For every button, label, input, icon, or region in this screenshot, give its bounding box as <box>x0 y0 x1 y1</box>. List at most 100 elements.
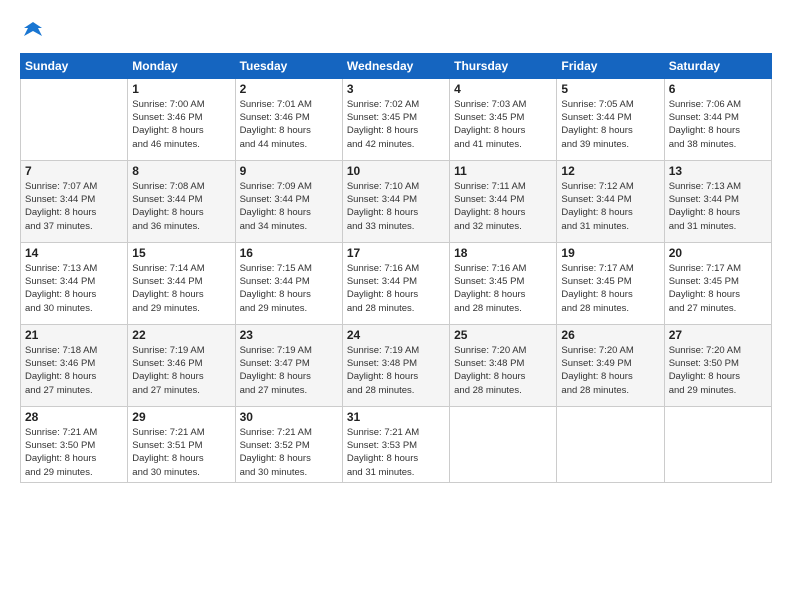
day-info: Sunrise: 7:19 AM Sunset: 3:47 PM Dayligh… <box>240 344 338 397</box>
day-number: 11 <box>454 164 552 178</box>
calendar-cell: 16Sunrise: 7:15 AM Sunset: 3:44 PM Dayli… <box>235 242 342 324</box>
calendar-cell: 12 Sunrise: 7:12 AM Sunset: 3:44 PM Dayli… <box>557 160 664 242</box>
day-info: Sunrise: 7:09 AM Sunset: 3:44 PM Dayligh… <box>240 180 338 233</box>
day-number: 24 <box>347 328 445 342</box>
day-number: 26 <box>561 328 659 342</box>
day-info: Sunrise: 7:07 AM Sunset: 3:44 PM Dayligh… <box>25 180 123 233</box>
day-number: 13 <box>669 164 767 178</box>
day-info: Sunrise: 7:17 AM Sunset: 3:45 PM Dayligh… <box>669 262 767 315</box>
day-number: 16 <box>240 246 338 260</box>
calendar-cell: 4 Sunrise: 7:03 AM Sunset: 3:45 PM Daylig… <box>450 78 557 160</box>
calendar-cell <box>557 406 664 482</box>
calendar-cell: 30 Sunrise: 7:21 AM Sunset: 3:52 PM Dayli… <box>235 406 342 482</box>
day-number: 20 <box>669 246 767 260</box>
day-info: Sunrise: 7:06 AM Sunset: 3:44 PM Dayligh… <box>669 98 767 151</box>
day-number: 29 <box>132 410 230 424</box>
calendar-cell: 14 Sunrise: 7:13 AM Sunset: 3:44 PM Dayli… <box>21 242 128 324</box>
day-number: 8 <box>132 164 230 178</box>
calendar-cell: 23 Sunrise: 7:19 AM Sunset: 3:47 PM Dayli… <box>235 324 342 406</box>
weekday-sunday: Sunday <box>21 53 128 78</box>
calendar-cell: 10Sunrise: 7:10 AM Sunset: 3:44 PM Dayli… <box>342 160 449 242</box>
calendar-cell <box>450 406 557 482</box>
day-info: Sunrise: 7:01 AM Sunset: 3:46 PM Dayligh… <box>240 98 338 151</box>
calendar-cell: 21 Sunrise: 7:18 AM Sunset: 3:46 PM Dayli… <box>21 324 128 406</box>
calendar-cell: 9 Sunrise: 7:09 AM Sunset: 3:44 PM Daylig… <box>235 160 342 242</box>
day-number: 7 <box>25 164 123 178</box>
weekday-header-row: SundayMondayTuesdayWednesdayThursdayFrid… <box>21 53 772 78</box>
weekday-saturday: Saturday <box>664 53 771 78</box>
day-number: 5 <box>561 82 659 96</box>
weekday-thursday: Thursday <box>450 53 557 78</box>
day-number: 31 <box>347 410 445 424</box>
logo-text <box>20 22 44 45</box>
weekday-tuesday: Tuesday <box>235 53 342 78</box>
calendar-cell <box>664 406 771 482</box>
calendar-cell: 18 Sunrise: 7:16 AM Sunset: 3:45 PM Dayli… <box>450 242 557 324</box>
day-info: Sunrise: 7:13 AM Sunset: 3:44 PM Dayligh… <box>669 180 767 233</box>
day-info: Sunrise: 7:00 AM Sunset: 3:46 PM Dayligh… <box>132 98 230 151</box>
calendar-cell: 31 Sunrise: 7:21 AM Sunset: 3:53 PM Dayli… <box>342 406 449 482</box>
calendar-cell: 19Sunrise: 7:17 AM Sunset: 3:45 PM Dayli… <box>557 242 664 324</box>
day-info: Sunrise: 7:21 AM Sunset: 3:51 PM Dayligh… <box>132 426 230 479</box>
day-info: Sunrise: 7:17 AM Sunset: 3:45 PM Dayligh… <box>561 262 659 315</box>
day-info: Sunrise: 7:03 AM Sunset: 3:45 PM Dayligh… <box>454 98 552 151</box>
day-info: Sunrise: 7:16 AM Sunset: 3:45 PM Dayligh… <box>454 262 552 315</box>
calendar-cell: 8 Sunrise: 7:08 AM Sunset: 3:44 PM Daylig… <box>128 160 235 242</box>
page: SundayMondayTuesdayWednesdayThursdayFrid… <box>0 0 792 612</box>
calendar-cell: 27 Sunrise: 7:20 AM Sunset: 3:50 PM Dayli… <box>664 324 771 406</box>
calendar-cell: 11 Sunrise: 7:11 AM Sunset: 3:44 PM Dayli… <box>450 160 557 242</box>
calendar-cell: 6 Sunrise: 7:06 AM Sunset: 3:44 PM Daylig… <box>664 78 771 160</box>
calendar-cell: 22Sunrise: 7:19 AM Sunset: 3:46 PM Dayli… <box>128 324 235 406</box>
day-number: 21 <box>25 328 123 342</box>
calendar-cell: 5Sunrise: 7:05 AM Sunset: 3:44 PM Daylig… <box>557 78 664 160</box>
day-number: 9 <box>240 164 338 178</box>
day-info: Sunrise: 7:13 AM Sunset: 3:44 PM Dayligh… <box>25 262 123 315</box>
calendar-cell: 3Sunrise: 7:02 AM Sunset: 3:45 PM Daylig… <box>342 78 449 160</box>
day-number: 6 <box>669 82 767 96</box>
day-number: 30 <box>240 410 338 424</box>
day-info: Sunrise: 7:20 AM Sunset: 3:50 PM Dayligh… <box>669 344 767 397</box>
day-info: Sunrise: 7:02 AM Sunset: 3:45 PM Dayligh… <box>347 98 445 151</box>
day-info: Sunrise: 7:08 AM Sunset: 3:44 PM Dayligh… <box>132 180 230 233</box>
calendar-cell: 28Sunrise: 7:21 AM Sunset: 3:50 PM Dayli… <box>21 406 128 482</box>
day-number: 15 <box>132 246 230 260</box>
calendar-cell: 2 Sunrise: 7:01 AM Sunset: 3:46 PM Daylig… <box>235 78 342 160</box>
calendar-cell: 26 Sunrise: 7:20 AM Sunset: 3:49 PM Dayli… <box>557 324 664 406</box>
calendar-table: SundayMondayTuesdayWednesdayThursdayFrid… <box>20 53 772 483</box>
day-number: 1 <box>132 82 230 96</box>
calendar-cell: 15Sunrise: 7:14 AM Sunset: 3:44 PM Dayli… <box>128 242 235 324</box>
calendar-cell: 13 Sunrise: 7:13 AM Sunset: 3:44 PM Dayli… <box>664 160 771 242</box>
day-info: Sunrise: 7:21 AM Sunset: 3:50 PM Dayligh… <box>25 426 123 479</box>
day-info: Sunrise: 7:21 AM Sunset: 3:52 PM Dayligh… <box>240 426 338 479</box>
calendar-cell: 25 Sunrise: 7:20 AM Sunset: 3:48 PM Dayli… <box>450 324 557 406</box>
day-number: 27 <box>669 328 767 342</box>
day-info: Sunrise: 7:18 AM Sunset: 3:46 PM Dayligh… <box>25 344 123 397</box>
day-info: Sunrise: 7:11 AM Sunset: 3:44 PM Dayligh… <box>454 180 552 233</box>
calendar-cell: 17 Sunrise: 7:16 AM Sunset: 3:44 PM Dayli… <box>342 242 449 324</box>
calendar-cell: 24Sunrise: 7:19 AM Sunset: 3:48 PM Dayli… <box>342 324 449 406</box>
day-number: 14 <box>25 246 123 260</box>
logo <box>20 22 44 45</box>
day-number: 2 <box>240 82 338 96</box>
calendar-cell <box>21 78 128 160</box>
weekday-wednesday: Wednesday <box>342 53 449 78</box>
day-number: 12 <box>561 164 659 178</box>
day-number: 4 <box>454 82 552 96</box>
calendar-cell: 20 Sunrise: 7:17 AM Sunset: 3:45 PM Dayli… <box>664 242 771 324</box>
day-number: 23 <box>240 328 338 342</box>
logo-bird-icon <box>22 18 44 40</box>
day-info: Sunrise: 7:12 AM Sunset: 3:44 PM Dayligh… <box>561 180 659 233</box>
weekday-monday: Monday <box>128 53 235 78</box>
day-number: 25 <box>454 328 552 342</box>
day-info: Sunrise: 7:21 AM Sunset: 3:53 PM Dayligh… <box>347 426 445 479</box>
day-info: Sunrise: 7:20 AM Sunset: 3:49 PM Dayligh… <box>561 344 659 397</box>
day-number: 18 <box>454 246 552 260</box>
calendar-cell: 7 Sunrise: 7:07 AM Sunset: 3:44 PM Daylig… <box>21 160 128 242</box>
day-number: 17 <box>347 246 445 260</box>
day-info: Sunrise: 7:16 AM Sunset: 3:44 PM Dayligh… <box>347 262 445 315</box>
weekday-friday: Friday <box>557 53 664 78</box>
day-number: 22 <box>132 328 230 342</box>
calendar-cell: 29 Sunrise: 7:21 AM Sunset: 3:51 PM Dayli… <box>128 406 235 482</box>
calendar-cell: 1 Sunrise: 7:00 AM Sunset: 3:46 PM Daylig… <box>128 78 235 160</box>
day-info: Sunrise: 7:20 AM Sunset: 3:48 PM Dayligh… <box>454 344 552 397</box>
